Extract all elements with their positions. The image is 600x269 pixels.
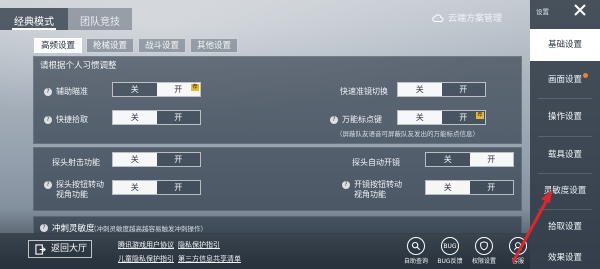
toggle-off-option[interactable]: 关 bbox=[113, 83, 157, 96]
toggle-on-option[interactable]: 开荐 bbox=[156, 83, 200, 96]
panel-title: 请根据个人习惯调整 bbox=[40, 61, 117, 71]
sidebar-header: 设置 bbox=[530, 0, 600, 22]
toggle-on-option[interactable]: 开 bbox=[156, 111, 200, 124]
link-user-agreement[interactable]: 腾讯游戏用户协议 bbox=[118, 240, 174, 250]
toggle-fire-rotate-view[interactable]: 关 开 bbox=[425, 180, 514, 195]
sub-tabs: 高频设置 枪械设置 战斗设置 其他设置 bbox=[34, 38, 239, 53]
setting-label-peek-rotate-view: ? 探头按钮转动 视角功能 bbox=[44, 180, 104, 200]
subtab-weapon[interactable]: 枪械设置 bbox=[86, 38, 135, 53]
tab-classic-mode[interactable]: 经典模式 bbox=[0, 8, 68, 30]
toggle-off-option[interactable]: 关 bbox=[113, 111, 157, 124]
toggle-on-option[interactable]: 开 bbox=[441, 83, 485, 96]
tool-bug-report[interactable]: BUG BUG反馈 bbox=[436, 237, 464, 265]
toggle-peek-rotate-view[interactable]: 关 开 bbox=[112, 180, 201, 195]
tool-self-help[interactable]: 自助查询 bbox=[402, 237, 430, 265]
subtab-combat[interactable]: 战斗设置 bbox=[138, 38, 187, 53]
cloud-scheme-button[interactable]: 云端方案管理 bbox=[432, 11, 502, 24]
subtab-frequent[interactable]: 高频设置 bbox=[34, 38, 83, 53]
toggle-on-option[interactable]: 开 bbox=[469, 181, 513, 194]
sidebar-item-effects[interactable]: 效果设置 bbox=[530, 248, 600, 269]
toggle-quick-pickup[interactable]: 关 开 bbox=[112, 110, 201, 125]
search-icon bbox=[407, 237, 425, 255]
setting-label-fire-rotate-view: ? 开镜按钮转动 视角功能 bbox=[342, 180, 402, 200]
help-icon: ? bbox=[44, 181, 52, 189]
divider bbox=[538, 136, 592, 137]
link-privacy-policy[interactable]: 隐私保护指引 bbox=[178, 240, 220, 250]
exit-icon bbox=[35, 244, 46, 255]
sidebar-item-basic[interactable]: 基础设置 bbox=[530, 29, 600, 61]
bug-icon: BUG bbox=[441, 237, 459, 255]
mode-tabs: 经典模式 团队竞技 bbox=[0, 8, 132, 30]
setting-label-quick-pickup: ? 快捷拾取 bbox=[44, 114, 88, 125]
toggle-on-option[interactable]: 开荐 bbox=[441, 111, 485, 124]
sidebar-item-vehicle[interactable]: 载具设置 bbox=[530, 139, 600, 171]
help-icon: ? bbox=[44, 116, 52, 124]
cloud-scheme-label: 云端方案管理 bbox=[448, 14, 503, 24]
sidebar-item-graphics[interactable]: 画面设置 bbox=[530, 64, 600, 96]
toggle-off-option[interactable]: 关 bbox=[113, 153, 157, 166]
permission-icon bbox=[475, 237, 493, 255]
settings-sidebar: 设置 基础设置 画面设置 操作设置 载具设置 灵敏度设置 拾取设置 效果设置 bbox=[530, 0, 600, 269]
link-third-party-sharing[interactable]: 第三方信息共享清单 bbox=[178, 254, 241, 264]
tab-team-deathmatch[interactable]: 团队竞技 bbox=[68, 8, 132, 30]
recommend-badge: 荐 bbox=[191, 84, 199, 91]
toggle-aim-assist[interactable]: 关 开荐 bbox=[112, 82, 201, 97]
notification-dot bbox=[583, 73, 588, 78]
toggle-off-option[interactable]: 关 bbox=[398, 111, 442, 124]
toggle-quick-scope[interactable]: 关 开 bbox=[397, 82, 486, 97]
sensitivity-note: （冲刺灵敏度越高越容易触发冲刺操作） bbox=[90, 225, 207, 233]
cloud-icon bbox=[432, 13, 444, 22]
toggle-off-option[interactable]: 关 bbox=[426, 181, 470, 194]
divider bbox=[538, 173, 592, 174]
tool-customer-service[interactable]: 客服 bbox=[504, 237, 532, 265]
help-icon: ? bbox=[40, 224, 48, 232]
toggle-off-option[interactable]: 关 bbox=[426, 153, 470, 166]
setting-label-aim-assist: ? 辅助瞄准 bbox=[44, 86, 88, 97]
toggle-off-option[interactable]: 关 bbox=[398, 83, 442, 96]
setting-label-quick-scope: 快速准镜切换 bbox=[340, 87, 388, 96]
toggle-universal-mark[interactable]: 关 开荐 bbox=[397, 110, 486, 125]
toggle-peek-auto-scope[interactable]: 关 开 bbox=[425, 152, 514, 167]
sidebar-header-label: 设置 bbox=[536, 8, 549, 16]
link-child-privacy[interactable]: 儿童隐私保护指引 bbox=[118, 254, 174, 264]
help-icon: ? bbox=[342, 181, 350, 189]
tool-permission[interactable]: 权限设置 bbox=[470, 237, 498, 265]
universal-mark-note: （屏蔽队友语音可屏蔽队友发出的万能标点信息） bbox=[336, 130, 479, 138]
divider bbox=[538, 209, 592, 210]
toggle-off-option[interactable]: 关 bbox=[113, 181, 157, 194]
help-icon: ? bbox=[330, 116, 338, 124]
divider bbox=[538, 98, 592, 99]
subtab-other[interactable]: 其他设置 bbox=[190, 38, 239, 53]
toggle-on-option[interactable]: 开 bbox=[469, 153, 513, 166]
toggle-on-option[interactable]: 开 bbox=[156, 153, 200, 166]
toggle-on-option[interactable]: 开 bbox=[156, 181, 200, 194]
toggle-peek-fire[interactable]: 关 开 bbox=[112, 152, 201, 167]
close-icon[interactable] bbox=[572, 2, 588, 18]
sidebar-item-controls[interactable]: 操作设置 bbox=[530, 101, 600, 133]
setting-label-universal-mark: ? 万能标点键 bbox=[330, 114, 382, 125]
back-to-lobby-button[interactable]: 返回大厅 bbox=[28, 240, 92, 258]
sidebar-item-sensitivity[interactable]: 灵敏度设置 bbox=[530, 175, 600, 207]
customer-service-icon bbox=[509, 237, 527, 255]
help-icon: ? bbox=[44, 88, 52, 96]
setting-label-peek-fire: 探头射击功能 bbox=[52, 158, 100, 167]
setting-label-peek-auto-scope: 探头自动开镜 bbox=[352, 158, 400, 167]
sidebar-item-pickup[interactable]: 拾取设置 bbox=[530, 211, 600, 243]
recommend-badge: 荐 bbox=[476, 112, 484, 119]
